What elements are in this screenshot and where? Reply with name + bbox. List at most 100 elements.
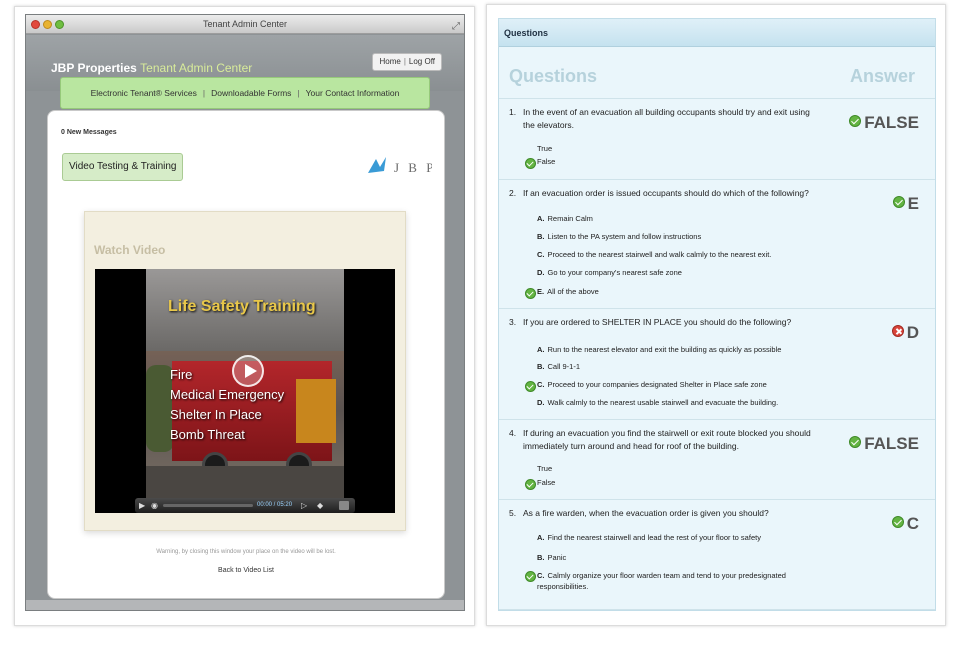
answer-option[interactable]: E. All of the above xyxy=(537,287,599,296)
app-window: Tenant Admin Center ⤢ JBP Properties Ten… xyxy=(25,14,465,611)
option-letter: B. xyxy=(537,553,545,562)
answer-option[interactable]: B. Listen to the PA system and follow ins… xyxy=(537,232,701,241)
answer-option[interactable]: True xyxy=(537,144,552,153)
frame-ground xyxy=(146,465,344,498)
nav-electronic-tenant-services[interactable]: Electronic Tenant® Services xyxy=(91,88,197,98)
new-messages-link[interactable]: 0 New Messages xyxy=(61,129,117,136)
answer-option[interactable]: C. Proceed to the nearest stairwell and w… xyxy=(537,250,771,259)
answer-value: D xyxy=(906,323,919,342)
incorrect-x-icon xyxy=(891,325,904,337)
question-number: 5. xyxy=(509,508,517,518)
option-text: Remain Calm xyxy=(547,214,593,223)
play-icon[interactable] xyxy=(232,355,264,387)
correct-check-icon xyxy=(849,436,862,448)
answer-option[interactable]: D. Walk calmly to the nearest usable stai… xyxy=(537,398,778,407)
tab-video-testing-training[interactable]: Video Testing & Training xyxy=(62,153,184,181)
video-frame-line: Fire xyxy=(170,367,193,382)
option-letter: E. xyxy=(537,287,545,296)
minimize-icon[interactable] xyxy=(43,20,52,29)
option-letter: D. xyxy=(537,268,545,277)
question-body: If you are ordered to SHELTER IN PLACE y… xyxy=(523,317,792,327)
answer-option[interactable]: False xyxy=(537,157,555,166)
option-letter: B. xyxy=(537,232,545,241)
link-divider: | xyxy=(403,57,406,66)
answer-option[interactable]: C. Proceed to your companies designated S… xyxy=(537,380,767,389)
nav-divider: | xyxy=(297,88,300,98)
questions-panel-header: Questions xyxy=(499,19,935,47)
selected-check-icon xyxy=(525,288,536,299)
option-letter: C. xyxy=(537,380,545,389)
option-letter: C. xyxy=(537,250,545,259)
window-footer xyxy=(26,600,464,610)
question-row: 1. In the event of an evacuation all buil… xyxy=(499,99,935,180)
answer-result: E xyxy=(892,194,919,214)
option-text: True xyxy=(537,144,553,153)
video-time: 00:00 / 05:20 xyxy=(257,502,293,508)
video-frame: Life Safety Training Fire Medical Emerge… xyxy=(146,269,344,498)
answer-option[interactable]: True xyxy=(537,464,552,473)
questions-column-heading: Questions xyxy=(509,66,598,86)
option-text: All of the above xyxy=(547,287,599,296)
question-number: 1. xyxy=(509,107,517,117)
answer-option[interactable]: B. Call 9-1-1 xyxy=(537,362,580,371)
top-links: Home | Log Off xyxy=(372,53,442,71)
option-text: False xyxy=(537,157,556,166)
nav-contact-information[interactable]: Your Contact Information xyxy=(306,88,400,98)
answer-result: D xyxy=(891,323,919,343)
option-text: Find the nearest stairwell and lead the … xyxy=(547,533,761,542)
question-number: 4. xyxy=(509,428,517,438)
video-frame-line: Shelter In Place xyxy=(170,407,262,422)
seek-bar[interactable] xyxy=(163,504,253,507)
answer-option[interactable]: B. Panic xyxy=(537,553,566,562)
brand-subtitle: Tenant Admin Center xyxy=(140,61,253,75)
option-text: Call 9-1-1 xyxy=(547,362,581,371)
video-card: Watch Video Life Safety Training Fire Me… xyxy=(84,211,406,531)
option-text: Go to your company's nearest safe zone xyxy=(547,268,682,277)
log-off-link[interactable]: Log Off xyxy=(409,57,435,66)
home-link[interactable]: Home xyxy=(379,57,400,66)
video-player[interactable]: Life Safety Training Fire Medical Emerge… xyxy=(95,269,395,513)
zoom-icon[interactable] xyxy=(55,20,64,29)
close-icon[interactable] xyxy=(31,20,40,29)
answer-option[interactable]: A. Run to the nearest elevator and exit t… xyxy=(537,344,827,355)
option-letter: D. xyxy=(537,398,545,407)
questions-panel: Questions Questions Answer 1. In the even… xyxy=(498,18,936,611)
selected-check-icon xyxy=(525,381,536,392)
question-body: If an evacuation order is issued occupan… xyxy=(523,188,809,198)
option-text: Calmly organize your floor warden team a… xyxy=(537,571,786,591)
logo-text: J B P xyxy=(394,160,432,175)
volume-icon[interactable]: ◉ xyxy=(151,498,158,513)
selected-check-icon xyxy=(525,479,536,490)
resize-icon[interactable]: ⤢ xyxy=(452,17,460,36)
main-nav: Electronic Tenant® Services | Downloadable… xyxy=(60,77,430,109)
volume-slider-icon[interactable]: ▷ xyxy=(301,498,307,513)
option-text: Panic xyxy=(547,553,567,562)
settings-icon[interactable]: ◆ xyxy=(317,498,323,513)
back-to-video-list-link[interactable]: Back to Video List xyxy=(48,567,444,574)
answer-value: E xyxy=(907,194,919,213)
play-control-icon[interactable]: ▶ xyxy=(139,498,145,513)
brand-title: JBP Properties Tenant Admin Center xyxy=(51,61,252,75)
correct-check-icon xyxy=(849,115,862,127)
answer-option[interactable]: False xyxy=(537,478,555,487)
nav-downloadable-forms[interactable]: Downloadable Forms xyxy=(211,88,291,98)
selected-check-icon xyxy=(525,158,536,169)
answer-option[interactable]: D. Go to your company's nearest safe zone xyxy=(537,268,682,277)
video-frame-title: Life Safety Training xyxy=(168,298,316,315)
question-row: 5. As a fire warden, when the evacuation … xyxy=(499,500,935,610)
answer-option[interactable]: C. Calmly organize your floor warden team… xyxy=(537,570,827,592)
question-number: 3. xyxy=(509,317,517,327)
answer-option[interactable]: A. Find the nearest stairwell and lead th… xyxy=(537,533,761,542)
answer-value: FALSE xyxy=(864,113,919,132)
option-text: Run to the nearest elevator and exit the… xyxy=(547,345,782,354)
option-text: Listen to the PA system and follow instr… xyxy=(547,232,702,241)
option-letter: C. xyxy=(537,571,545,580)
answer-value: C xyxy=(906,514,919,533)
window-title: Tenant Admin Center xyxy=(202,19,288,29)
question-text: 1. In the event of an evacuation all buil… xyxy=(509,106,829,132)
answer-option[interactable]: A. Remain Calm xyxy=(537,214,593,223)
fullscreen-icon[interactable] xyxy=(339,501,349,510)
question-row: 3. If you are ordered to SHELTER IN PLACE… xyxy=(499,309,935,420)
question-body: If during an evacuation you find the sta… xyxy=(523,428,811,451)
watch-video-heading: Watch Video xyxy=(94,243,166,257)
